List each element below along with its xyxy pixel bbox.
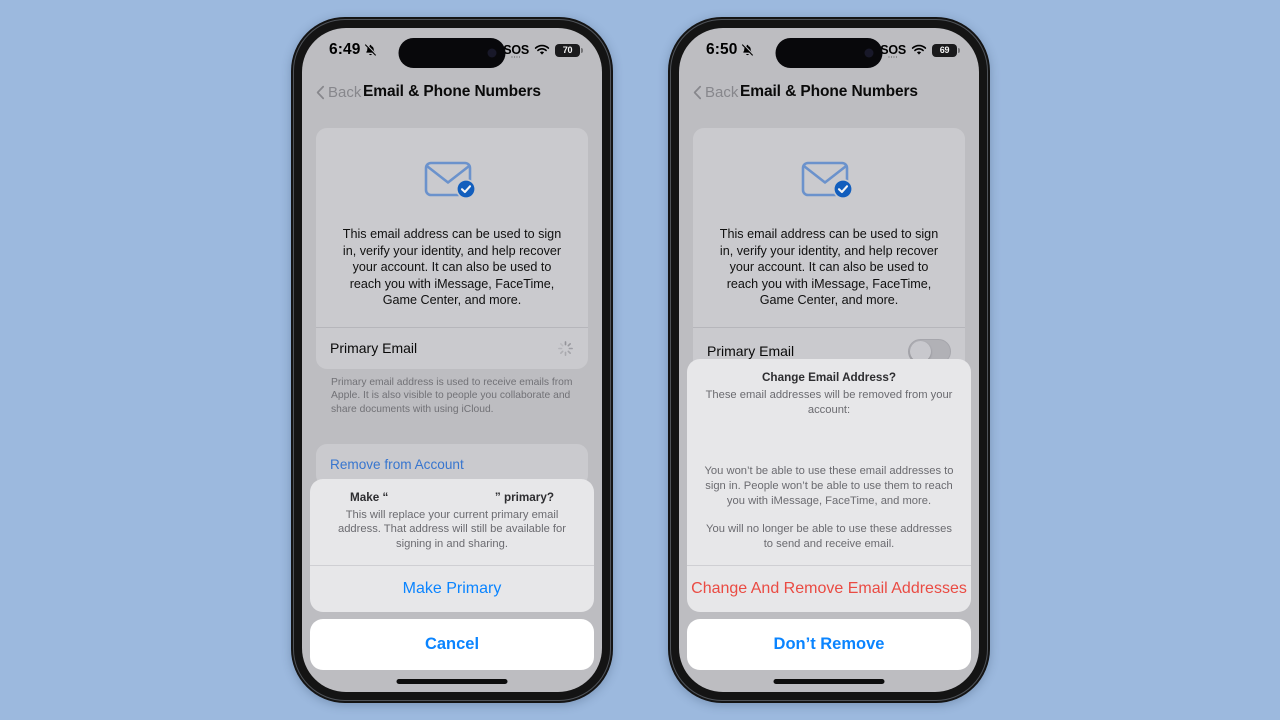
change-and-remove-button[interactable]: Change And Remove Email Addresses — [687, 565, 971, 612]
toggle-knob — [910, 340, 931, 362]
primary-email-label: Primary Email — [707, 343, 795, 359]
nav-bar: Back Email & Phone Numbers — [679, 72, 979, 112]
chevron-left-icon — [316, 85, 325, 99]
dynamic-island — [398, 38, 506, 68]
verified-envelope-icon — [424, 161, 476, 199]
status-left: 6:50 — [706, 41, 755, 59]
wifi-icon — [911, 44, 927, 55]
action-sheet-title: Make “ ” primary? — [324, 491, 580, 504]
redacted-email-list — [701, 418, 957, 464]
bell-slash-icon — [365, 43, 378, 56]
email-info-card: This email address can be used to sign i… — [316, 128, 588, 369]
action-sheet-title-prefix: Make “ — [350, 490, 389, 504]
email-info-card: This email address can be used to sign i… — [693, 128, 965, 375]
action-sheet-message-2: You won’t be able to use these email add… — [704, 465, 954, 507]
phone-left: 6:49 SOS 70 — [291, 17, 613, 703]
make-primary-action-sheet: Make “ ” primary? This will replace your… — [310, 478, 594, 670]
change-email-action-sheet: Change Email Address? These email addres… — [687, 359, 971, 670]
hero-description: This email address can be used to sign i… — [342, 227, 562, 307]
hero-description: This email address can be used to sign i… — [719, 227, 939, 307]
dont-remove-button[interactable]: Don’t Remove — [687, 619, 971, 670]
spinner-icon — [558, 340, 573, 356]
action-sheet-title: Change Email Address? — [761, 371, 896, 385]
back-label: Back — [705, 83, 739, 101]
verified-envelope-icon — [801, 161, 853, 199]
cancel-button[interactable]: Cancel — [310, 619, 594, 670]
action-sheet-header: Change Email Address? These email addres… — [687, 359, 971, 565]
action-sheet-message-3: You will no longer be able to use these … — [706, 523, 952, 551]
back-label: Back — [328, 83, 362, 101]
back-button[interactable]: Back — [316, 84, 361, 101]
remove-from-account-label: Remove from Account — [330, 457, 464, 473]
front-camera-icon — [864, 48, 874, 58]
sos-label: SOS — [503, 44, 529, 61]
action-sheet-message-1: These email addresses will be removed fr… — [705, 389, 953, 417]
primary-email-row[interactable]: Primary Email — [316, 326, 588, 369]
status-left: 6:49 — [329, 41, 378, 59]
phone-right-screen: 6:50 SOS 69 — [679, 28, 979, 692]
front-camera-icon — [487, 48, 497, 58]
action-sheet-title-suffix: ” primary? — [494, 490, 554, 504]
make-primary-button[interactable]: Make Primary — [310, 565, 594, 612]
action-sheet-header: Make “ ” primary? This will replace your… — [310, 479, 594, 565]
status-time: 6:49 — [329, 41, 361, 58]
home-indicator[interactable] — [773, 679, 885, 684]
hero-section: This email address can be used to sign i… — [316, 128, 588, 327]
nav-bar: Back Email & Phone Numbers — [302, 72, 602, 112]
status-right: SOS 70 — [503, 43, 583, 61]
action-sheet-message: This will replace your current primary e… — [337, 508, 566, 551]
home-indicator[interactable] — [396, 679, 508, 684]
bell-slash-icon — [742, 43, 755, 56]
battery-icon: 69 — [932, 43, 960, 57]
hero-section: This email address can be used to sign i… — [693, 128, 965, 327]
sos-label: SOS — [880, 44, 906, 61]
wifi-icon — [534, 44, 550, 55]
action-sheet-group: Make “ ” primary? This will replace your… — [310, 478, 594, 612]
action-sheet-group: Change Email Address? These email addres… — [687, 359, 971, 612]
status-right: SOS 69 — [880, 43, 960, 61]
primary-email-label: Primary Email — [330, 340, 418, 356]
battery-percent: 69 — [939, 45, 950, 55]
phone-right: 6:50 SOS 69 — [668, 17, 990, 703]
battery-percent: 70 — [562, 45, 573, 55]
primary-email-footnote: Primary email address is used to receive… — [331, 376, 573, 415]
chevron-left-icon — [693, 85, 702, 99]
phone-left-screen: 6:49 SOS 70 — [302, 28, 602, 692]
status-time: 6:50 — [706, 41, 738, 58]
dynamic-island — [775, 38, 883, 68]
battery-icon: 70 — [555, 43, 583, 57]
back-button[interactable]: Back — [693, 84, 738, 101]
